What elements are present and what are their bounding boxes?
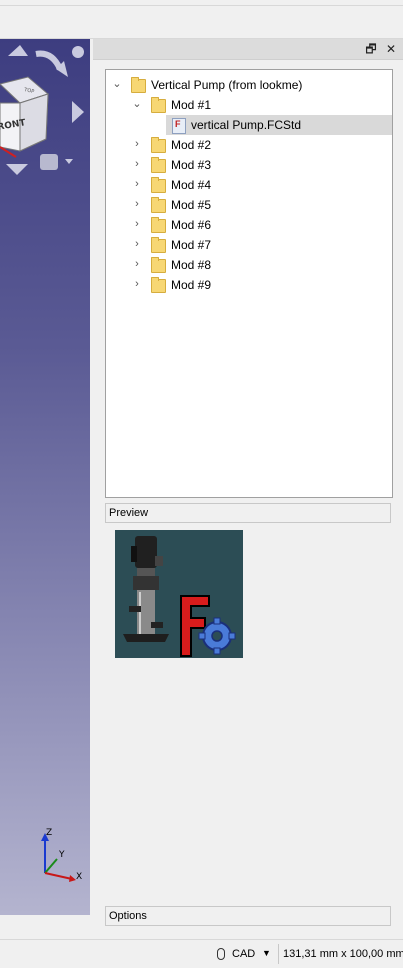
float-window-icon[interactable]: 🗗 bbox=[363, 41, 379, 57]
tree-item-label: vertical Pump.FCStd bbox=[191, 118, 302, 132]
mini-cube-menu-icon[interactable] bbox=[65, 159, 73, 164]
axis-indicator: Z Y X bbox=[41, 828, 82, 882]
expand-arrow-icon[interactable]: ⌄ bbox=[110, 77, 124, 91]
tree-item-mod[interactable]: › Mod #2 bbox=[106, 135, 392, 155]
pump-preview-image bbox=[115, 530, 243, 658]
collapsed-arrow-icon[interactable]: › bbox=[130, 217, 144, 231]
expand-arrow-icon[interactable]: ⌄ bbox=[130, 97, 144, 111]
axis-y-label: Y bbox=[58, 850, 65, 860]
folder-icon bbox=[151, 217, 166, 233]
tree-item-label: Mod #2 bbox=[171, 138, 212, 152]
navigation-cube[interactable]: TOP FRONT bbox=[0, 39, 90, 179]
preview-thumbnail bbox=[115, 530, 243, 658]
tree-item-mod1[interactable]: ⌄ Mod #1 bbox=[106, 95, 392, 115]
status-divider bbox=[278, 944, 279, 964]
nav-arrow-down-icon[interactable] bbox=[6, 164, 28, 175]
options-header-label: Options bbox=[109, 910, 147, 922]
folder-icon bbox=[131, 77, 146, 93]
file-tree[interactable]: ⌄ Vertical Pump (from lookme) ⌄ Mod #1 v… bbox=[105, 69, 393, 498]
nav-arrow-right-icon[interactable] bbox=[72, 101, 84, 123]
collapsed-arrow-icon[interactable]: › bbox=[130, 277, 144, 291]
tree-item-mod[interactable]: › Mod #7 bbox=[106, 235, 392, 255]
top-toolbar-area bbox=[0, 0, 403, 39]
tree-item-label: Mod #8 bbox=[171, 258, 212, 272]
folder-icon bbox=[151, 157, 166, 173]
chevron-down-icon[interactable]: ▼ bbox=[262, 948, 271, 958]
collapsed-arrow-icon[interactable]: › bbox=[130, 177, 144, 191]
collapsed-arrow-icon[interactable]: › bbox=[130, 197, 144, 211]
mini-cube-icon[interactable] bbox=[40, 154, 58, 170]
axis-x-label: X bbox=[76, 872, 82, 882]
tree-item-mod[interactable]: › Mod #5 bbox=[106, 195, 392, 215]
start-page-dock: 🗗 ✕ ⌄ Vertical Pump (from lookme) ⌄ Mod … bbox=[93, 39, 403, 939]
toolbar-separator bbox=[0, 5, 403, 6]
dimensions-readout: 131,31 mm x 100,00 mm bbox=[283, 948, 403, 960]
collapsed-arrow-icon[interactable]: › bbox=[130, 237, 144, 251]
tree-item-root[interactable]: ⌄ Vertical Pump (from lookme) bbox=[106, 75, 392, 95]
folder-icon bbox=[151, 197, 166, 213]
3d-viewport[interactable]: TOP FRONT Z Y X bbox=[0, 39, 90, 915]
tree-item-label: Mod #4 bbox=[171, 178, 212, 192]
options-header[interactable]: Options bbox=[105, 906, 391, 926]
tree-item-label: Vertical Pump (from lookme) bbox=[151, 78, 303, 92]
tree-item-mod[interactable]: › Mod #6 bbox=[106, 215, 392, 235]
folder-icon bbox=[151, 277, 166, 293]
collapsed-arrow-icon[interactable]: › bbox=[130, 257, 144, 271]
tree-item-mod[interactable]: › Mod #8 bbox=[106, 255, 392, 275]
preview-header-label: Preview bbox=[109, 507, 149, 519]
tree-item-mod[interactable]: › Mod #9 bbox=[106, 275, 392, 295]
collapsed-arrow-icon[interactable]: › bbox=[130, 137, 144, 151]
tree-item-label: Mod #7 bbox=[171, 238, 212, 252]
navigation-style-label[interactable]: CAD bbox=[232, 948, 255, 960]
close-icon[interactable]: ✕ bbox=[383, 41, 399, 57]
freecad-file-icon bbox=[172, 118, 186, 134]
tree-item-label: Mod #9 bbox=[171, 278, 212, 292]
folder-icon bbox=[151, 237, 166, 253]
folder-icon bbox=[151, 97, 166, 113]
nav-arrow-up-left-icon[interactable] bbox=[8, 45, 28, 56]
folder-icon bbox=[151, 257, 166, 273]
tree-item-label: Mod #1 bbox=[171, 98, 212, 112]
dock-title-bar: 🗗 ✕ bbox=[93, 39, 403, 60]
collapsed-arrow-icon[interactable]: › bbox=[130, 157, 144, 171]
folder-icon bbox=[151, 137, 166, 153]
rotate-arrow-icon[interactable] bbox=[35, 50, 63, 71]
tree-item-file[interactable]: vertical Pump.FCStd bbox=[166, 115, 392, 135]
axis-z-label: Z bbox=[46, 828, 52, 838]
tree-item-label: Mod #5 bbox=[171, 198, 212, 212]
tree-item-mod[interactable]: › Mod #3 bbox=[106, 155, 392, 175]
status-bar: CAD ▼ 131,31 mm x 100,00 mm bbox=[0, 939, 403, 968]
preview-header[interactable]: Preview bbox=[105, 503, 391, 523]
nav-menu-dot-icon[interactable] bbox=[72, 46, 84, 58]
tree-item-label: Mod #6 bbox=[171, 218, 212, 232]
mouse-icon[interactable] bbox=[217, 948, 225, 960]
folder-icon bbox=[151, 177, 166, 193]
tree-item-label: Mod #3 bbox=[171, 158, 212, 172]
tree-item-mod[interactable]: › Mod #4 bbox=[106, 175, 392, 195]
